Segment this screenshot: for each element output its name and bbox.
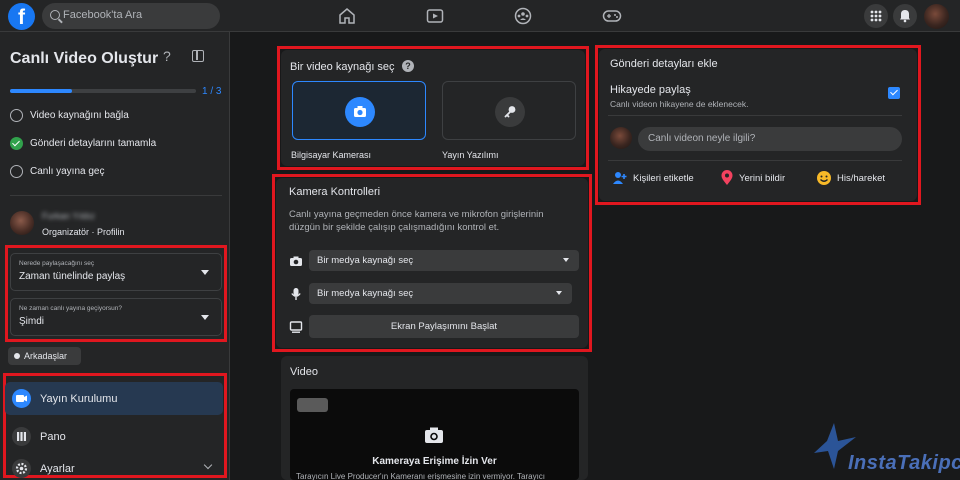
user-name: Furkan Yıldız — [42, 211, 95, 221]
microphone-icon — [291, 288, 301, 300]
step-go-live[interactable]: Canlı yayına geç — [30, 166, 105, 177]
progress-bar — [10, 89, 196, 93]
step-pending-icon — [10, 165, 23, 178]
user-avatar — [10, 211, 34, 235]
where-to-share-select[interactable]: Nerede paylaşacağını seç Zaman tünelinde… — [10, 253, 222, 291]
feeling-activity-button[interactable]: His/hareket — [837, 173, 885, 184]
divider — [608, 115, 902, 116]
video-icon[interactable] — [426, 7, 444, 25]
user-role: Organizatör · Profilin — [42, 227, 125, 237]
divider — [10, 195, 222, 196]
search-placeholder: Facebook'ta Ara — [63, 9, 143, 21]
camera-permission-text: Tarayıcın Live Producer'ın Kameranı eriş… — [296, 472, 546, 480]
live-setup-icon — [12, 389, 31, 408]
select-value: Bir medya kaynağı seç — [317, 288, 414, 299]
select-value: Bir medya kaynağı seç — [317, 255, 414, 266]
profile-avatar[interactable] — [924, 4, 949, 29]
source-option-label: Yayın Yazılımı — [442, 150, 499, 160]
menu-item-dashboard[interactable]: Pano — [5, 420, 223, 453]
screen-share-icon — [289, 321, 303, 333]
step-pending-icon — [10, 109, 23, 122]
video-title: Video — [290, 366, 318, 378]
gaming-icon[interactable] — [602, 7, 622, 25]
camera-controls-description: Canlı yayına geçmeden önce kamera ve mik… — [289, 209, 544, 220]
grid-menu-icon — [870, 10, 882, 22]
select-label: Nerede paylaşacağını seç — [19, 260, 95, 267]
collapse-panel-icon[interactable] — [192, 50, 204, 62]
menu-item-label: Ayarlar — [40, 463, 75, 475]
share-to-story-checkbox[interactable] — [888, 87, 900, 99]
notifications-icon — [900, 10, 910, 23]
progress-counter: 1 / 3 — [202, 86, 222, 97]
select-label: Ne zaman canlı yayına geçiyorsun? — [19, 305, 122, 312]
menu-item-label: Yayın Kurulumu — [40, 393, 118, 405]
camera-controls-title: Kamera Kontrolleri — [289, 186, 381, 198]
facebook-logo-icon[interactable]: f — [8, 3, 35, 30]
camera-icon — [290, 256, 302, 266]
chevron-down-icon — [203, 460, 213, 470]
home-icon[interactable] — [338, 7, 356, 25]
camera-controls-description: düzgün bir şekilde çalışıp çalışmadığını… — [289, 222, 500, 233]
step-done-icon — [10, 137, 23, 150]
source-option-streaming-software[interactable] — [442, 81, 576, 140]
feeling-icon — [817, 171, 831, 185]
camera-icon — [425, 427, 443, 443]
video-status-tag — [297, 398, 328, 412]
check-in-button[interactable]: Yerini bildir — [739, 173, 785, 184]
select-value: Şimdi — [19, 316, 45, 327]
location-icon — [721, 170, 733, 185]
step-connect-source[interactable]: Video kaynağını bağla — [30, 110, 129, 121]
tag-people-icon — [613, 172, 627, 184]
chevron-down-icon — [556, 291, 562, 295]
help-icon[interactable]: ? — [163, 48, 171, 64]
search-icon — [50, 10, 60, 20]
camera-source-select[interactable]: Bir medya kaynağı seç — [309, 250, 579, 271]
microphone-source-select[interactable]: Bir medya kaynağı seç — [309, 283, 572, 304]
share-to-story-title: Hikayede paylaş — [610, 84, 691, 96]
page-title: Canlı Video Oluştur — [10, 50, 159, 67]
select-value: Zaman tünelinde paylaş — [19, 271, 126, 282]
source-option-webcam[interactable] — [292, 81, 426, 140]
key-icon — [495, 97, 525, 127]
groups-icon[interactable] — [514, 7, 532, 25]
user-avatar — [610, 127, 632, 149]
progress-fill — [10, 89, 72, 93]
dashboard-icon — [12, 427, 31, 446]
camera-icon — [345, 97, 375, 127]
menu-item-stream-setup[interactable]: Yayın Kurulumu — [5, 382, 223, 415]
chevron-down-icon — [201, 315, 209, 320]
settings-icon — [12, 459, 31, 478]
watermark-text: InstaTakipci — [848, 452, 960, 474]
camera-permission-title: Kameraya Erişime İzin Ver — [372, 456, 497, 467]
help-icon[interactable]: ? — [402, 60, 414, 72]
post-details-title: Gönderi detayları ekle — [610, 58, 718, 70]
menu-item-settings[interactable]: Ayarlar — [5, 452, 223, 480]
grid-menu-button[interactable] — [864, 4, 888, 28]
menu-item-label: Pano — [40, 431, 66, 443]
divider — [608, 160, 902, 161]
source-option-label: Bilgisayar Kamerası — [291, 150, 372, 160]
step-post-details[interactable]: Gönderi detaylarını tamamla — [30, 138, 156, 149]
post-description-input[interactable]: Canlı videon neyle ilgili? — [638, 127, 902, 151]
share-to-story-subtitle: Canlı videon hikayene de eklenecek. — [610, 99, 749, 109]
friends-icon — [14, 353, 20, 359]
chevron-down-icon — [563, 258, 569, 262]
video-source-title: Bir video kaynağı seç — [290, 61, 395, 73]
start-screen-share-button[interactable]: Ekran Paylaşımını Başlat — [309, 315, 579, 338]
notifications-button[interactable] — [893, 4, 917, 28]
when-to-go-live-select[interactable]: Ne zaman canlı yayına geçiyorsun? Şimdi — [10, 298, 222, 336]
chevron-down-icon — [201, 270, 209, 275]
tag-people-button[interactable]: Kişileri etiketle — [633, 173, 694, 184]
